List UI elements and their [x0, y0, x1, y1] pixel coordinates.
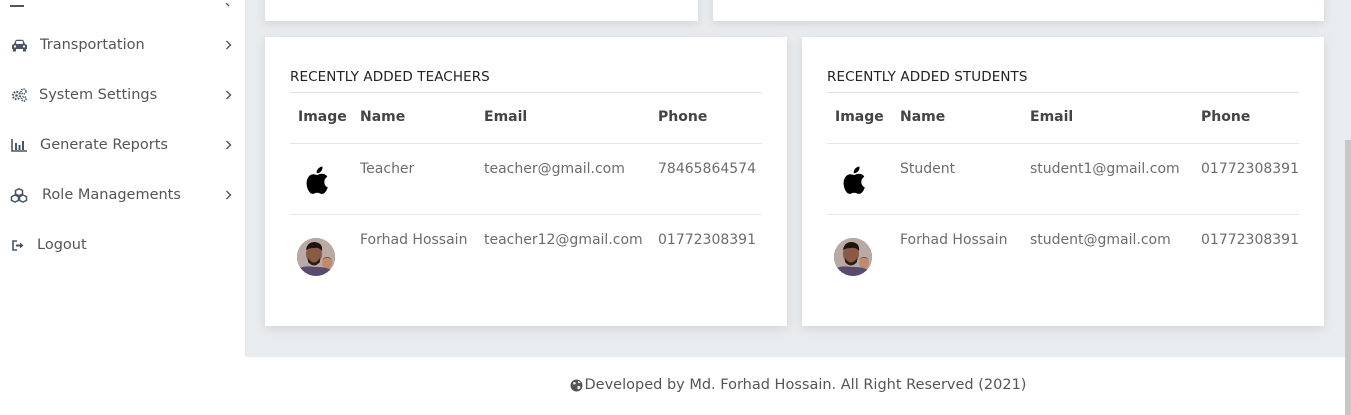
chevron-right-icon	[222, 39, 234, 51]
chevron-right-icon	[222, 89, 234, 101]
teacher-email: teacher@gmail.com	[484, 161, 625, 177]
column-header-phone: Phone	[1201, 109, 1251, 125]
sign-out-icon	[9, 236, 27, 254]
footer: Developed by Md. Forhad Hossain. All Rig…	[245, 357, 1351, 415]
column-header-image: Image	[298, 109, 347, 125]
card-partial-right	[713, 0, 1324, 21]
divider	[290, 143, 762, 144]
sidebar-item-transportation[interactable]: Transportation	[0, 25, 245, 65]
sidebar-item-label: System Settings	[39, 87, 158, 103]
card-title: RECENTLY ADDED STUDENTS	[827, 69, 1028, 85]
sidebar-item-partial[interactable]	[0, 0, 245, 7]
sidebar-item-role-managements[interactable]: Role Managements	[0, 175, 245, 215]
apple-logo-icon	[836, 161, 874, 199]
teacher-email: teacher12@gmail.com	[484, 232, 643, 248]
student-phone: 01772308391	[1201, 161, 1299, 177]
student-name: Student	[900, 161, 956, 177]
recent-students-card: RECENTLY ADDED STUDENTS Image Name Email…	[802, 37, 1324, 326]
teacher-phone: 01772308391	[658, 232, 756, 248]
avatar	[297, 238, 335, 276]
recent-teachers-card: RECENTLY ADDED TEACHERS Image Name Email…	[265, 37, 787, 326]
card-title: RECENTLY ADDED TEACHERS	[290, 69, 490, 85]
chevron-right-icon	[222, 189, 234, 201]
sidebar-item-label: Generate Reports	[40, 137, 168, 153]
column-header-image: Image	[835, 109, 884, 125]
chevron-right-icon	[225, 0, 231, 13]
column-header-phone: Phone	[658, 109, 708, 125]
column-header-name: Name	[360, 109, 406, 125]
teacher-phone: 78465864574	[658, 161, 756, 177]
bar-chart-icon	[10, 136, 28, 154]
teacher-name: Forhad Hossain	[360, 232, 468, 248]
card-partial-left	[265, 0, 698, 21]
column-header-email: Email	[484, 109, 528, 125]
divider	[827, 92, 1299, 93]
list-icon	[10, 0, 24, 13]
gears-icon	[10, 86, 28, 104]
scrollbar[interactable]	[1345, 140, 1351, 415]
teacher-name: Teacher	[360, 161, 415, 177]
student-email: student1@gmail.com	[1030, 161, 1180, 177]
divider	[827, 143, 1299, 144]
sidebar-item-label: Transportation	[40, 37, 145, 53]
footer-credit: Developed by Md. Forhad Hossain. All Rig…	[245, 377, 1351, 393]
sidebar-item-generate-reports[interactable]: Generate Reports	[0, 125, 245, 165]
avatar	[834, 238, 872, 276]
car-icon	[10, 36, 28, 54]
sidebar-item-system-settings[interactable]: System Settings	[0, 75, 245, 115]
column-header-name: Name	[900, 109, 946, 125]
divider	[290, 92, 762, 93]
student-phone: 01772308391	[1201, 232, 1299, 248]
footer-text: Developed by Md. Forhad Hossain. All Rig…	[584, 377, 1027, 393]
column-header-email: Email	[1030, 109, 1074, 125]
globe-icon	[570, 379, 583, 392]
student-name: Forhad Hossain	[900, 232, 1008, 248]
sidebar-item-label: Logout	[37, 237, 87, 253]
chevron-right-icon	[222, 139, 234, 151]
sidebar-item-label: Role Managements	[42, 187, 181, 203]
sidebar: Transportation System Settings Generate …	[0, 0, 245, 415]
sidebar-item-logout[interactable]: Logout	[0, 225, 245, 265]
cubes-icon	[10, 186, 28, 204]
student-email: student@gmail.com	[1030, 232, 1171, 248]
apple-logo-icon	[299, 161, 337, 199]
divider	[827, 214, 1299, 215]
divider	[290, 214, 762, 215]
